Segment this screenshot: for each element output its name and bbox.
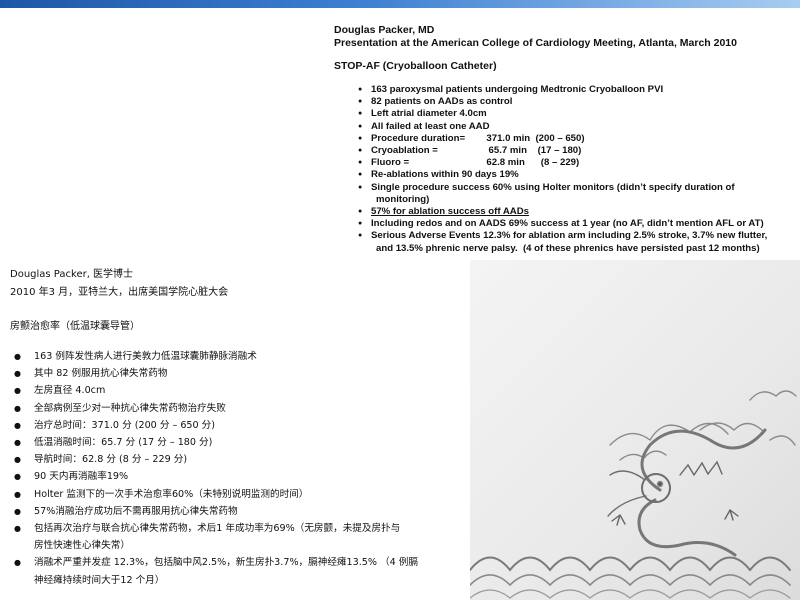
chinese-bullet-item-text: 163 例阵发性病人进行美敦力低温球囊肺静脉消融术 bbox=[34, 351, 257, 362]
english-bullet-item-continuation: monitoring) bbox=[376, 193, 430, 205]
chinese-venue: 2010 年3 月，亚特兰大，出席美国学院心脏大会 bbox=[10, 287, 229, 298]
chinese-bullet-item: 低温消融时间：65.7 分 (17 分 – 180 分) bbox=[14, 434, 466, 451]
english-bullet-item-text: 163 paroxysmal patients undergoing Medtr… bbox=[371, 84, 664, 95]
chinese-author: Douglas Packer, 医学博士 bbox=[10, 269, 134, 280]
chinese-bullet-item: 163 例阵发性病人进行美敦力低温球囊肺静脉消融术 bbox=[14, 348, 466, 365]
chinese-bullet-item: 57%消融治疗成功后不需再服用抗心律失常药物 bbox=[14, 503, 466, 520]
english-subtitle: STOP-AF (Cryoballoon Catheter) bbox=[334, 60, 497, 72]
english-bullet-item-continuation: and 13.5% phrenic nerve palsy. (4 of the… bbox=[376, 242, 760, 254]
chinese-bullet-item-text: 全部病例至少对一种抗心律失常药物治疗失败 bbox=[34, 402, 226, 414]
chinese-bullet-item-text: 低温消融时间：65.7 分 (17 分 – 180 分) bbox=[34, 437, 213, 449]
english-bullet-list: 163 paroxysmal patients undergoing Medtr… bbox=[358, 84, 798, 255]
english-bullet-item: 163 paroxysmal patients undergoing Medtr… bbox=[358, 84, 798, 96]
english-bullet-item-text: Serious Adverse Events 12.3% for ablatio… bbox=[371, 230, 768, 242]
chinese-bullet-item-text: 包括再次治疗与联合抗心律失常药物，术后1 年成功率为69%（无房颤，未提及房扑与 bbox=[34, 523, 401, 535]
english-bullet-item-text: Left atrial diameter 4.0cm bbox=[371, 108, 487, 120]
english-bullet-item-text: Single procedure success 60% using Holte… bbox=[371, 181, 735, 193]
english-bullet-item-text: 57% for ablation success off AADs bbox=[371, 206, 529, 218]
english-bullet-item-text: Including redos and on AADS 69% success … bbox=[371, 218, 764, 230]
english-bullet-item: Left atrial diameter 4.0cm bbox=[358, 108, 798, 120]
chinese-bullet-item: 90 天内再消融率19% bbox=[14, 468, 466, 485]
english-bullet-item: Including redos and on AADS 69% success … bbox=[358, 218, 798, 230]
chinese-bullet-item: 包括再次治疗与联合抗心律失常药物，术后1 年成功率为69%（无房颤，未提及房扑与… bbox=[14, 520, 466, 554]
english-bullet-item: Procedure duration= 371.0 min (200 – 650… bbox=[358, 133, 798, 145]
english-summary-panel: Douglas Packer, MD Presentation at the A… bbox=[332, 8, 800, 260]
english-author: Douglas Packer, MD bbox=[334, 24, 435, 36]
english-bullet-item-text: Cryoablation = 65.7 min (17 – 180) bbox=[371, 145, 582, 157]
english-bullet-item: 82 patients on AADs as control bbox=[358, 96, 798, 108]
english-bullet-item-text: 82 patients on AADs as control bbox=[371, 96, 513, 108]
english-bullet-item: Serious Adverse Events 12.3% for ablatio… bbox=[358, 230, 798, 254]
chinese-bullet-item-text: 其中 82 例服用抗心律失常药物 bbox=[34, 368, 168, 380]
english-bullet-item-text: Re-ablations within 90 days 19% bbox=[371, 169, 519, 181]
chinese-bullet-item-continuation: 神经瘫持续时间大于12 个月） bbox=[34, 574, 165, 586]
english-bullet-item: Re-ablations within 90 days 19% bbox=[358, 169, 798, 181]
english-bullet-item-text: All failed at least one AAD bbox=[371, 120, 490, 132]
chinese-bullet-item-text: 57%消融治疗成功后不需再服用抗心律失常药物 bbox=[34, 505, 238, 517]
chinese-bullet-item: 左房直径 4.0cm bbox=[14, 382, 466, 399]
chinese-bullet-item: 消融术严重并发症 12.3%，包括脑中风2.5%，新生房扑3.7%，膈神经瘫13… bbox=[14, 554, 466, 588]
chinese-bullet-item-continuation: 房性快速性心律失常） bbox=[34, 540, 130, 552]
english-bullet-item: All failed at least one AAD bbox=[358, 121, 798, 133]
english-bullet-item: Cryoablation = 65.7 min (17 – 180) bbox=[358, 145, 798, 157]
chinese-bullet-item: 全部病例至少对一种抗心律失常药物治疗失败 bbox=[14, 400, 466, 417]
chinese-bullet-item-text: 导航时间：62.8 分 (8 分 – 229 分) bbox=[34, 454, 188, 466]
chinese-bullet-item-text: 消融术严重并发症 12.3%，包括脑中风2.5%，新生房扑3.7%，膈神经瘫13… bbox=[34, 557, 418, 569]
blank-area bbox=[0, 8, 332, 260]
english-header: Douglas Packer, MD Presentation at the A… bbox=[334, 24, 737, 50]
top-accent-bar bbox=[0, 0, 800, 8]
dragon-illustration bbox=[470, 260, 800, 600]
english-bullet-item: 57% for ablation success off AADs bbox=[358, 206, 798, 218]
chinese-bullet-item-text: 左房直径 4.0cm bbox=[34, 385, 106, 397]
english-bullet-item-text: Procedure duration= 371.0 min (200 – 650… bbox=[371, 132, 585, 144]
chinese-bullet-item: 其中 82 例服用抗心律失常药物 bbox=[14, 365, 466, 382]
chinese-summary-panel: Douglas Packer, 医学博士 2010 年3 月，亚特兰大，出席美国… bbox=[0, 260, 470, 600]
chinese-bullet-item: Holter 监测下的一次手术治愈率60%（未特别说明监测的时间） bbox=[14, 486, 466, 503]
chinese-bullet-item-text: 治疗总时间：371.0 分 (200 分 – 650 分) bbox=[34, 419, 216, 431]
chinese-subtitle: 房颤治愈率（低温球囊导管） bbox=[10, 321, 140, 332]
english-venue: Presentation at the American College of … bbox=[334, 37, 737, 49]
chinese-bullet-item-text: Holter 监测下的一次手术治愈率60%（未特别说明监测的时间） bbox=[34, 488, 309, 500]
chinese-bullet-item: 治疗总时间：371.0 分 (200 分 – 650 分) bbox=[14, 417, 466, 434]
english-bullet-item-text: Fluoro = 62.8 min (8 – 229) bbox=[371, 157, 580, 169]
english-bullet-item: Fluoro = 62.8 min (8 – 229) bbox=[358, 157, 798, 169]
chinese-header: Douglas Packer, 医学博士 2010 年3 月，亚特兰大，出席美国… bbox=[10, 266, 228, 302]
dragon-icon bbox=[470, 390, 797, 599]
chinese-bullet-list: 163 例阵发性病人进行美敦力低温球囊肺静脉消融术其中 82 例服用抗心律失常药… bbox=[14, 348, 466, 589]
english-bullet-item: Single procedure success 60% using Holte… bbox=[358, 182, 798, 206]
chinese-bullet-item: 导航时间：62.8 分 (8 分 – 229 分) bbox=[14, 451, 466, 468]
chinese-bullet-item-text: 90 天内再消融率19% bbox=[34, 471, 129, 483]
